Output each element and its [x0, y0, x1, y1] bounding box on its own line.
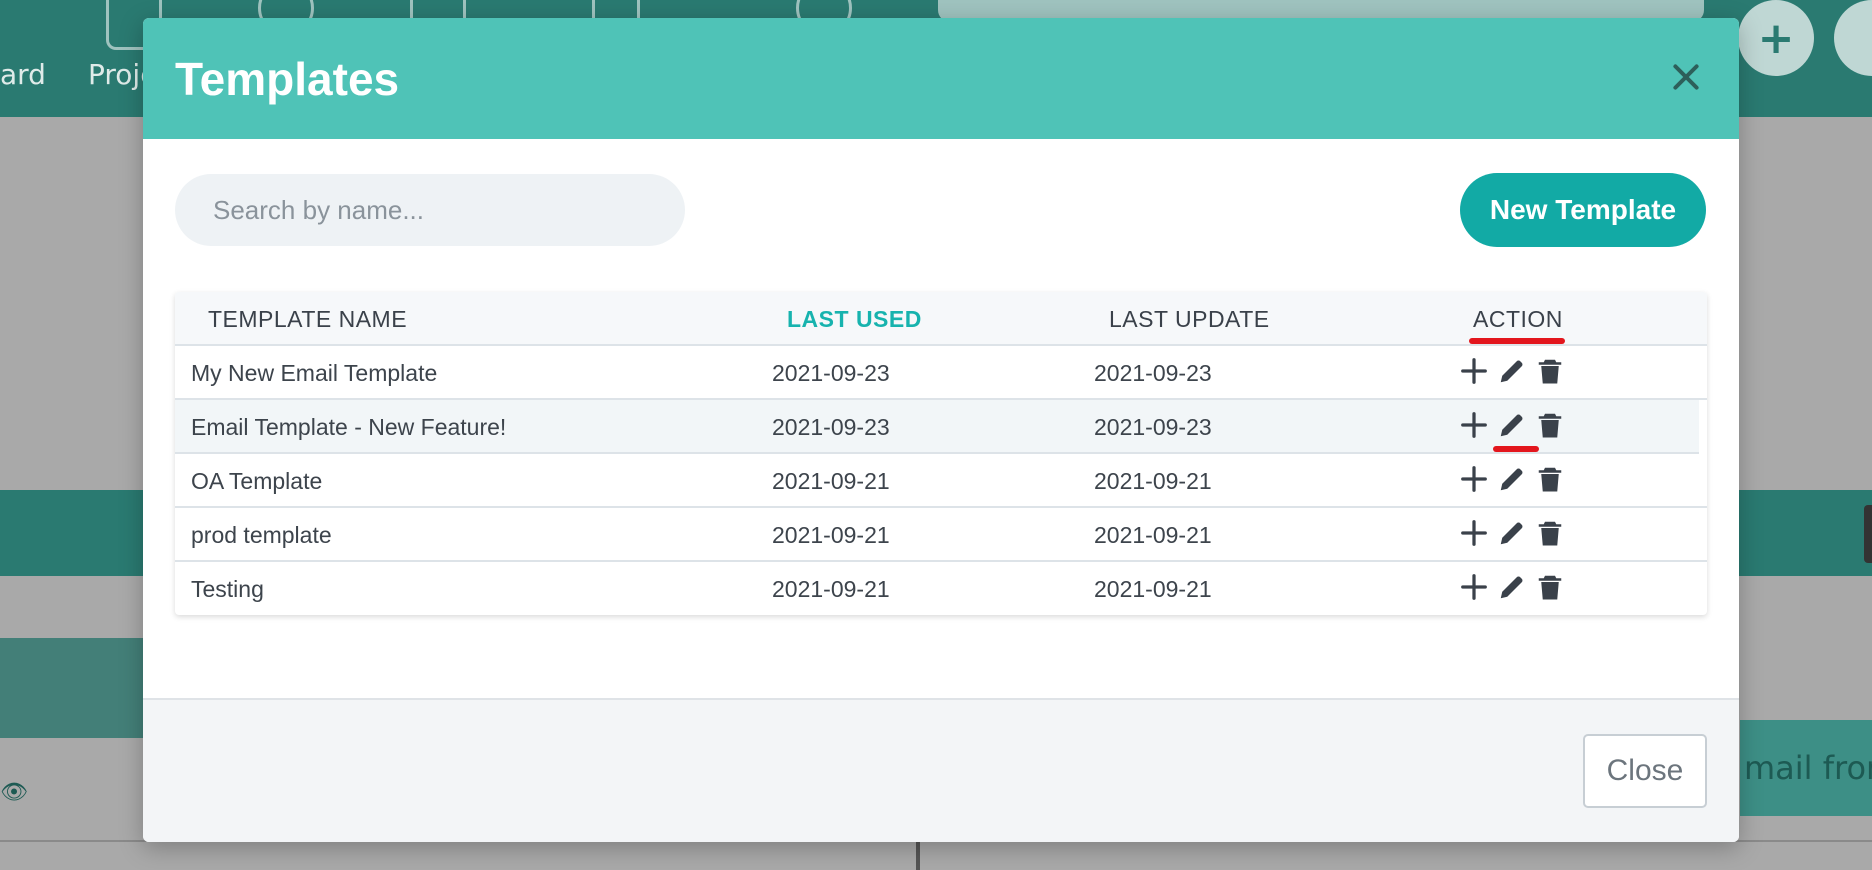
template-name-cell: prod template — [191, 522, 332, 548]
last-used-cell: 2021-09-21 — [772, 468, 890, 494]
plus-icon[interactable] — [1459, 572, 1489, 602]
column-header-last-update[interactable]: LAST UPDATE — [1109, 306, 1270, 333]
scrollbar[interactable] — [1864, 505, 1872, 563]
avatar[interactable] — [1834, 0, 1872, 76]
modal-title: Templates — [175, 53, 400, 105]
plus-icon[interactable] — [1459, 410, 1489, 440]
plus-icon[interactable] — [1459, 464, 1489, 494]
close-button[interactable]: Close — [1583, 734, 1707, 808]
table-header: TEMPLATE NAME LAST USED LAST UPDATE ACTI… — [175, 292, 1707, 346]
background-email-chip: mail from — [1740, 720, 1872, 816]
last-update-cell: 2021-09-23 — [1094, 414, 1212, 440]
new-template-button[interactable]: New Template — [1460, 173, 1706, 247]
modal-footer: Close — [143, 698, 1739, 842]
templates-table: TEMPLATE NAME LAST USED LAST UPDATE ACTI… — [175, 292, 1707, 615]
plus-icon[interactable] — [1459, 518, 1489, 548]
template-name-cell: Email Template - New Feature! — [191, 414, 507, 440]
divider — [916, 842, 920, 870]
template-name-cell: Testing — [191, 576, 264, 602]
last-used-cell: 2021-09-21 — [772, 522, 890, 548]
add-button[interactable]: + — [1738, 0, 1814, 76]
trash-icon[interactable] — [1535, 572, 1565, 602]
annotation-underline — [1493, 446, 1539, 452]
nav-item-dashboard[interactable]: ard — [0, 58, 46, 91]
column-header-action: ACTION — [1473, 306, 1563, 332]
table-row[interactable]: Testing 2021-09-21 2021-09-21 — [175, 562, 1707, 615]
modal-header: Templates — [143, 18, 1739, 139]
table-row[interactable]: prod template 2021-09-21 2021-09-21 — [175, 508, 1707, 562]
trash-icon[interactable] — [1535, 518, 1565, 548]
pencil-icon[interactable] — [1497, 518, 1527, 548]
last-update-cell: 2021-09-21 — [1094, 522, 1212, 548]
search-input[interactable] — [175, 174, 685, 246]
last-used-cell: 2021-09-23 — [772, 414, 890, 440]
plus-icon[interactable] — [1459, 356, 1489, 386]
pencil-icon[interactable] — [1497, 356, 1527, 386]
column-header-template-name[interactable]: TEMPLATE NAME — [208, 306, 407, 333]
pencil-icon[interactable] — [1497, 464, 1527, 494]
close-icon[interactable] — [1669, 60, 1703, 94]
table-row[interactable]: My New Email Template 2021-09-23 2021-09… — [175, 346, 1707, 400]
table-row[interactable]: OA Template 2021-09-21 2021-09-21 — [175, 454, 1707, 508]
templates-modal: Templates New Template TEMPLATE NAME LAS… — [143, 18, 1739, 842]
table-row[interactable]: Email Template - New Feature! 2021-09-23… — [175, 400, 1699, 454]
last-used-cell: 2021-09-23 — [772, 360, 890, 386]
last-update-cell: 2021-09-21 — [1094, 576, 1212, 602]
pencil-icon[interactable] — [1497, 572, 1527, 602]
plus-icon: + — [1757, 12, 1795, 64]
pencil-icon[interactable] — [1497, 410, 1527, 440]
email-chip-label: mail from — [1744, 749, 1872, 787]
last-update-cell: 2021-09-23 — [1094, 360, 1212, 386]
template-name-cell: OA Template — [191, 468, 323, 494]
annotation-underline — [1469, 338, 1565, 344]
background-strip — [0, 638, 144, 738]
template-name-cell: My New Email Template — [191, 360, 438, 386]
last-used-cell: 2021-09-21 — [772, 576, 890, 602]
column-header-last-used[interactable]: LAST USED — [787, 306, 922, 333]
trash-icon[interactable] — [1535, 464, 1565, 494]
last-update-cell: 2021-09-21 — [1094, 468, 1212, 494]
trash-icon[interactable] — [1535, 410, 1565, 440]
eye-icon: 👁 — [0, 780, 28, 805]
trash-icon[interactable] — [1535, 356, 1565, 386]
